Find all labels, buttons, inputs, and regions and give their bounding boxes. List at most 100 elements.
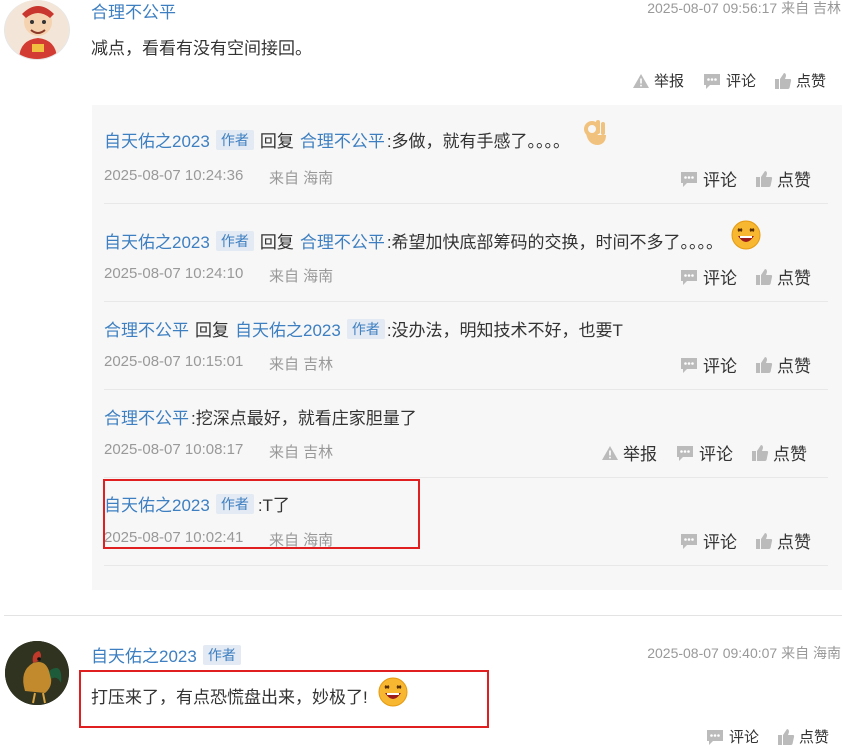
comment-button[interactable]: 评论 xyxy=(675,440,733,465)
reply-verb: 回复 xyxy=(259,132,294,151)
divider xyxy=(104,203,828,204)
comment-icon xyxy=(704,73,721,89)
like-label: 点赞 xyxy=(799,729,830,746)
comment-button[interactable]: 评论 xyxy=(705,726,759,746)
comment-icon xyxy=(707,729,723,745)
warning-icon xyxy=(602,445,618,460)
like-label: 点赞 xyxy=(777,533,811,552)
username[interactable]: 自天佑之2023 xyxy=(91,642,197,667)
thumbs-up-icon xyxy=(756,170,773,187)
report-button[interactable]: 举报 xyxy=(601,440,657,465)
divider xyxy=(104,477,828,478)
divider xyxy=(104,565,828,566)
username[interactable]: 合理不公平 xyxy=(300,228,385,253)
reply-line: 自天佑之2023 作者 回复 合理不公平 :希望加快底部筹码的交换，时间不多了。… xyxy=(104,220,761,253)
comment-meta: 2025-08-07 09:40:07 来自 海南 xyxy=(647,645,841,661)
comment-button[interactable]: 评论 xyxy=(679,352,737,377)
comment-icon xyxy=(681,269,697,285)
reply-time: 2025-08-07 10:02:41 xyxy=(104,529,244,546)
username[interactable]: 自天佑之2023 xyxy=(104,127,210,152)
reply-text: :多做，就有手感了。。。。 xyxy=(386,132,571,151)
reply-text: :T了 xyxy=(257,496,290,515)
laughing-emoji xyxy=(378,677,408,706)
username[interactable]: 自天佑之2023 xyxy=(104,228,210,253)
laughing-emoji xyxy=(731,220,761,249)
report-label: 举报 xyxy=(654,73,685,90)
ok-hand-emoji xyxy=(584,119,607,145)
reply-location: 来自 海南 xyxy=(269,170,334,187)
author-badge: 作者 xyxy=(215,493,254,514)
comment-icon xyxy=(677,445,693,461)
divider xyxy=(104,389,828,390)
comment-label: 评论 xyxy=(703,269,737,288)
like-label: 点赞 xyxy=(777,171,811,190)
like-label: 点赞 xyxy=(796,73,827,90)
like-button[interactable]: 点赞 xyxy=(777,726,829,746)
like-label: 点赞 xyxy=(777,357,811,376)
comment-label: 评论 xyxy=(703,171,737,190)
reply-text: :挖深点最好，就看庄家胆量了 xyxy=(191,409,417,428)
report-button[interactable]: 举报 xyxy=(632,70,684,91)
reply-time: 2025-08-07 10:24:10 xyxy=(104,265,244,282)
comment-icon xyxy=(681,533,697,549)
reply-verb: 回复 xyxy=(195,321,229,340)
reply-line: 合理不公平 回复 自天佑之2023 作者 :没办法，明知技术不好，也要T xyxy=(104,316,623,341)
like-button[interactable]: 点赞 xyxy=(755,166,811,191)
reply-location: 来自 海南 xyxy=(269,268,334,285)
comment-button[interactable]: 评论 xyxy=(679,264,737,289)
reply-line: 合理不公平 :挖深点最好，就看庄家胆量了 xyxy=(104,404,417,429)
author-badge: 作者 xyxy=(346,318,385,339)
warning-icon xyxy=(633,73,649,88)
like-label: 点赞 xyxy=(773,445,807,464)
like-button[interactable]: 点赞 xyxy=(755,528,811,553)
divider xyxy=(104,301,828,302)
comment-label: 评论 xyxy=(703,357,737,376)
thumbs-up-icon xyxy=(756,356,773,373)
reply-location: 来自 吉林 xyxy=(269,444,334,461)
comment-icon xyxy=(681,357,697,373)
avatar[interactable] xyxy=(5,641,69,705)
reply-line: 自天佑之2023 作者 回复 合理不公平 :多做，就有手感了。。。。 xyxy=(104,119,610,152)
author-badge: 作者 xyxy=(215,129,254,150)
username[interactable]: 合理不公平 xyxy=(104,316,189,341)
reply-text: :希望加快底部筹码的交换，时间不多了。。。。 xyxy=(386,233,724,252)
comment-button[interactable]: 评论 xyxy=(679,528,737,553)
reply-line: 自天佑之2023 作者 :T了 xyxy=(104,491,290,516)
username[interactable]: 合理不公平 xyxy=(91,0,176,23)
author-badge: 作者 xyxy=(202,644,241,665)
comment-label: 评论 xyxy=(729,729,760,746)
thumbs-up-icon xyxy=(778,728,795,745)
reply-text: :没办法，明知技术不好，也要T xyxy=(386,321,623,340)
reply-verb: 回复 xyxy=(259,233,294,252)
comment-label: 评论 xyxy=(703,533,737,552)
like-button[interactable]: 点赞 xyxy=(751,440,807,465)
reply-time: 2025-08-07 10:15:01 xyxy=(104,353,244,370)
username[interactable]: 自天佑之2023 xyxy=(235,316,341,341)
comment-text-row: 打压来了，有点恐慌盘出来，妙极了! xyxy=(91,677,408,708)
reply-time: 2025-08-07 10:24:36 xyxy=(104,167,244,184)
like-label: 点赞 xyxy=(777,269,811,288)
avatar[interactable] xyxy=(4,0,70,60)
reply-time: 2025-08-07 10:08:17 xyxy=(104,441,244,458)
reply-location: 来自 海南 xyxy=(269,532,334,549)
comment-button[interactable]: 评论 xyxy=(679,166,737,191)
thumbs-up-icon xyxy=(775,72,792,89)
like-button[interactable]: 点赞 xyxy=(755,352,811,377)
reply-location: 来自 吉林 xyxy=(269,356,334,373)
like-button[interactable]: 点赞 xyxy=(755,264,811,289)
comment-text: 减点，看看有没有空间接回。 xyxy=(91,39,312,58)
author-badge: 作者 xyxy=(215,230,254,251)
username[interactable]: 自天佑之2023 xyxy=(104,491,210,516)
username[interactable]: 合理不公平 xyxy=(300,127,385,152)
like-button[interactable]: 点赞 xyxy=(774,70,826,91)
thumbs-up-icon xyxy=(756,532,773,549)
section-divider xyxy=(4,615,842,616)
report-label: 举报 xyxy=(623,445,657,464)
username[interactable]: 合理不公平 xyxy=(104,404,189,429)
thumbs-up-icon xyxy=(756,268,773,285)
comment-button[interactable]: 评论 xyxy=(702,70,756,91)
comment-meta: 2025-08-07 09:56:17 来自 吉林 xyxy=(647,0,841,16)
comment-header: 自天佑之2023 作者 xyxy=(91,642,241,667)
comment-text: 打压来了，有点恐慌盘出来，妙极了! xyxy=(91,688,368,707)
comment-label: 评论 xyxy=(726,73,757,90)
